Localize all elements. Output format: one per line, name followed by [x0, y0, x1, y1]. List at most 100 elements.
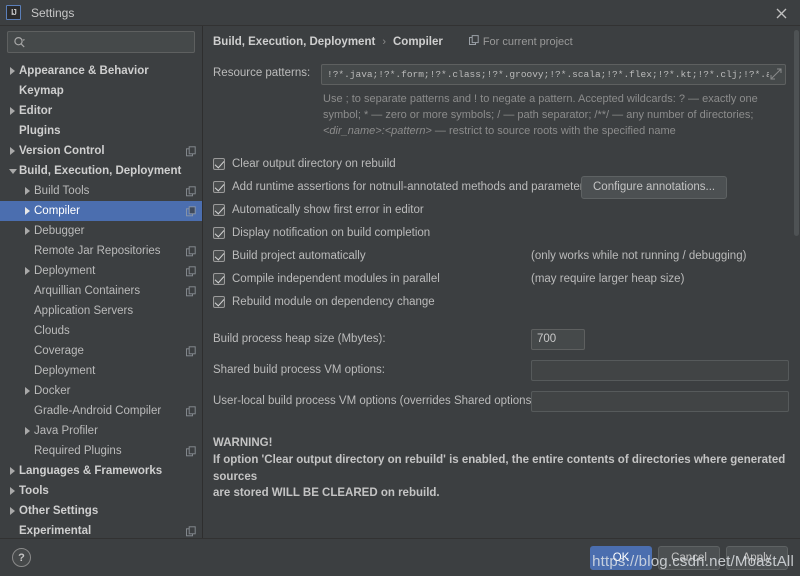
chevron-right-icon[interactable]: [6, 67, 19, 75]
dialog-button-group: OKCancelApply: [590, 546, 788, 570]
sidebar-item-appearance-behavior[interactable]: Appearance & Behavior: [0, 61, 202, 81]
sidebar-item-label: Deployment: [34, 365, 196, 377]
sidebar-item-compiler[interactable]: Compiler: [0, 201, 202, 221]
sidebar-item-required-plugins[interactable]: Required Plugins: [0, 441, 202, 461]
local-vm-options-label: User-local build process VM options (ove…: [213, 395, 538, 407]
sidebar-item-other-settings[interactable]: Other Settings: [0, 501, 202, 521]
sidebar-item-label: Docker: [34, 385, 196, 397]
search-input[interactable]: [30, 36, 189, 48]
search-box[interactable]: [7, 31, 195, 53]
sidebar-item-label: Languages & Frameworks: [19, 465, 196, 477]
sidebar-item-clouds[interactable]: Clouds: [0, 321, 202, 341]
sidebar-item-gradle-android-compiler[interactable]: Gradle-Android Compiler: [0, 401, 202, 421]
sidebar-item-label: Other Settings: [19, 505, 196, 517]
sidebar-item-tools[interactable]: Tools: [0, 481, 202, 501]
chevron-right-icon[interactable]: [6, 147, 19, 155]
sidebar-item-application-servers[interactable]: Application Servers: [0, 301, 202, 321]
settings-sidebar: Appearance & Behavior Keymap Editor Plugins…: [0, 26, 203, 538]
project-scope-icon: [469, 35, 479, 49]
compiler-settings-panel: Build, Execution, Deployment › Compiler …: [203, 26, 800, 538]
shared-vm-options-input[interactable]: [531, 360, 789, 381]
configure-annotations-button[interactable]: Configure annotations...: [581, 176, 727, 199]
sidebar-item-label: Debugger: [34, 225, 196, 237]
sidebar-item-experimental[interactable]: Experimental: [0, 521, 202, 538]
resource-patterns-row: Resource patterns:: [213, 64, 786, 85]
chevron-right-icon[interactable]: [21, 187, 34, 195]
sidebar-item-docker[interactable]: Docker: [0, 381, 202, 401]
project-scope-icon: [186, 286, 196, 297]
close-icon[interactable]: [772, 4, 790, 22]
vertical-scrollbar[interactable]: [793, 26, 800, 538]
checkbox-build-project-automatically[interactable]: [213, 250, 225, 262]
sidebar-item-label: Arquillian Containers: [34, 285, 186, 297]
heap-size-input[interactable]: [531, 329, 585, 350]
hint-part-2: — restrict to source roots with the spec…: [432, 125, 676, 137]
sidebar-item-deployment[interactable]: Deployment: [0, 361, 202, 381]
settings-tree[interactable]: Appearance & Behavior Keymap Editor Plugins…: [0, 59, 202, 538]
checkbox-rebuild-module-on-dependency-change[interactable]: [213, 296, 225, 308]
chevron-right-icon[interactable]: [21, 207, 34, 215]
sidebar-item-deployment[interactable]: Deployment: [0, 261, 202, 281]
sidebar-item-coverage[interactable]: Coverage: [0, 341, 202, 361]
project-scope-icon: [186, 146, 196, 157]
compiler-options-list: Clear output directory on rebuildAdd run…: [213, 154, 786, 313]
sidebar-item-label: Appearance & Behavior: [19, 65, 196, 77]
project-scope-icon: [186, 406, 196, 417]
sidebar-item-label: Gradle-Android Compiler: [34, 405, 186, 417]
chevron-right-icon[interactable]: [6, 507, 19, 515]
chevron-right-icon[interactable]: [21, 427, 34, 435]
checkbox-display-notification-on-build-completion[interactable]: [213, 227, 225, 239]
ok-button[interactable]: OK: [590, 546, 652, 570]
chevron-right-icon[interactable]: [6, 487, 19, 495]
checkbox-automatically-show-first-error-in-editor[interactable]: [213, 204, 225, 216]
for-current-project-label: For current project: [483, 36, 573, 48]
breadcrumb-parent[interactable]: Build, Execution, Deployment: [213, 36, 375, 48]
sidebar-item-label: Build, Execution, Deployment: [19, 165, 196, 177]
window-title: Settings: [31, 6, 74, 20]
sidebar-item-label: Clouds: [34, 325, 196, 337]
help-icon[interactable]: ?: [12, 548, 31, 567]
checkbox-compile-independent-modules-in-parallel[interactable]: [213, 273, 225, 285]
sidebar-item-label: Editor: [19, 105, 196, 117]
scrollbar-thumb[interactable]: [794, 30, 799, 236]
for-current-project-indicator: For current project: [469, 35, 573, 49]
checkbox-clear-output-directory-on-rebuild[interactable]: [213, 158, 225, 170]
checkbox-row: Display notification on build completion: [213, 223, 786, 244]
chevron-right-icon[interactable]: [6, 467, 19, 475]
checkbox-row: Rebuild module on dependency change: [213, 292, 786, 313]
sidebar-item-keymap[interactable]: Keymap: [0, 81, 202, 101]
chevron-down-icon[interactable]: [6, 169, 19, 174]
dialog-body: Appearance & Behavior Keymap Editor Plugins…: [0, 26, 800, 538]
chevron-right-icon[interactable]: [21, 267, 34, 275]
sidebar-item-editor[interactable]: Editor: [0, 101, 202, 121]
breadcrumb: Build, Execution, Deployment › Compiler …: [213, 34, 786, 50]
checkbox-note: (only works while not running / debuggin…: [531, 250, 746, 262]
shared-vm-options-label: Shared build process VM options:: [213, 364, 385, 376]
heap-size-label: Build process heap size (Mbytes):: [213, 333, 386, 345]
sidebar-item-build-execution-deployment[interactable]: Build, Execution, Deployment: [0, 161, 202, 181]
sidebar-item-build-tools[interactable]: Build Tools: [0, 181, 202, 201]
sidebar-item-label: Version Control: [19, 145, 186, 157]
checkbox-row: Automatically show first error in editor: [213, 200, 786, 221]
chevron-right-icon[interactable]: [21, 387, 34, 395]
sidebar-item-languages-frameworks[interactable]: Languages & Frameworks: [0, 461, 202, 481]
cancel-button[interactable]: Cancel: [658, 546, 720, 570]
sidebar-item-remote-jar-repositories[interactable]: Remote Jar Repositories: [0, 241, 202, 261]
checkbox-label: Display notification on build completion: [232, 227, 430, 239]
checkbox-label: Rebuild module on dependency change: [232, 296, 435, 308]
checkbox-label: Automatically show first error in editor: [232, 204, 424, 216]
local-vm-options-input[interactable]: [531, 391, 789, 412]
chevron-right-icon[interactable]: [21, 227, 34, 235]
resource-patterns-input[interactable]: [321, 64, 786, 85]
sidebar-item-label: Build Tools: [34, 185, 186, 197]
sidebar-item-version-control[interactable]: Version Control: [0, 141, 202, 161]
chevron-right-icon[interactable]: [6, 107, 19, 115]
apply-button[interactable]: Apply: [726, 546, 788, 570]
sidebar-item-java-profiler[interactable]: Java Profiler: [0, 421, 202, 441]
checkbox-row: Add runtime assertions for notnull-annot…: [213, 177, 786, 198]
sidebar-item-plugins[interactable]: Plugins: [0, 121, 202, 141]
sidebar-item-debugger[interactable]: Debugger: [0, 221, 202, 241]
checkbox-add-runtime-assertions-for-notnull-annotated-methods-and-parameters[interactable]: [213, 181, 225, 193]
expand-icon[interactable]: [770, 68, 782, 80]
sidebar-item-arquillian-containers[interactable]: Arquillian Containers: [0, 281, 202, 301]
